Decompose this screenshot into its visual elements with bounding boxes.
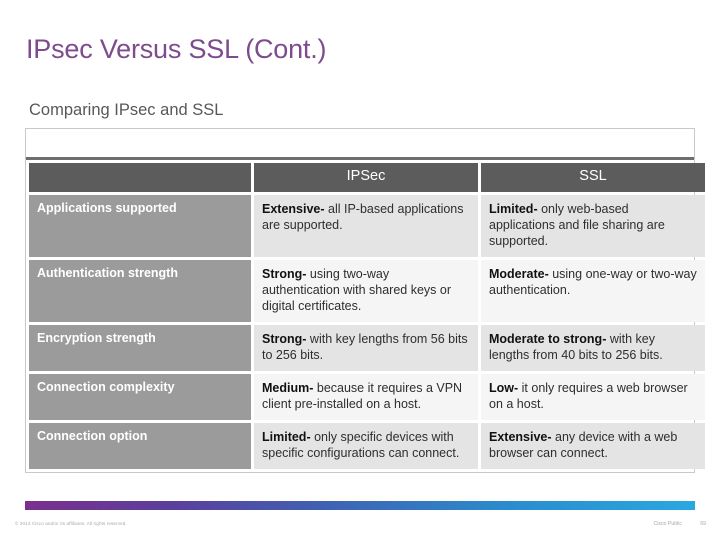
- cell-lead: Strong-: [262, 267, 307, 281]
- footer-page-number: 69: [700, 521, 706, 527]
- cell-ssl-authentication-strength: Moderate- using one-way or two-way authe…: [481, 260, 705, 322]
- cell-lead: Medium-: [262, 381, 314, 395]
- table-row: Authentication strength Strong- using tw…: [29, 260, 705, 322]
- footer-gradient-bar: [25, 501, 695, 510]
- slide-subtitle: Comparing IPsec and SSL: [29, 101, 224, 119]
- table-row: Connection option Limited- only specific…: [29, 423, 705, 469]
- cell-lead: Strong-: [262, 332, 307, 346]
- column-header-blank: [29, 163, 251, 192]
- cell-ssl-connection-complexity: Low- it only requires a web browser on a…: [481, 374, 705, 420]
- cell-ipsec-connection-option: Limited- only specific devices with spec…: [254, 423, 478, 469]
- cell-ipsec-connection-complexity: Medium- because it requires a VPN client…: [254, 374, 478, 420]
- column-header-ssl: SSL: [481, 163, 705, 192]
- cell-ssl-applications-supported: Limited- only web-based applications and…: [481, 195, 705, 257]
- cell-lead: Limited-: [489, 202, 538, 216]
- table-header-row: IPSec SSL: [29, 163, 705, 192]
- row-label-connection-complexity: Connection complexity: [29, 374, 251, 420]
- comparison-table-figure: IPSec SSL Applications supported Extensi…: [25, 128, 705, 473]
- cell-lead: Limited-: [262, 430, 311, 444]
- table-body: Applications supported Extensive- all IP…: [29, 195, 705, 469]
- table-header: IPSec SSL: [29, 163, 705, 192]
- cell-lead: Extensive-: [489, 430, 552, 444]
- table-top-band: [26, 129, 694, 160]
- table-row: Applications supported Extensive- all IP…: [29, 195, 705, 257]
- footer-classification: Cisco Public: [653, 521, 682, 527]
- cell-lead: Moderate-: [489, 267, 549, 281]
- row-label-applications-supported: Applications supported: [29, 195, 251, 257]
- cell-lead: Low-: [489, 381, 519, 395]
- table-row: Encryption strength Strong- with key len…: [29, 325, 705, 371]
- comparison-table: IPSec SSL Applications supported Extensi…: [26, 160, 708, 472]
- row-label-encryption-strength: Encryption strength: [29, 325, 251, 371]
- cell-text: it only requires a web browser on a host…: [489, 381, 688, 411]
- cell-ssl-connection-option: Extensive- any device with a web browser…: [481, 423, 705, 469]
- cell-lead: Extensive-: [262, 202, 325, 216]
- cell-ipsec-encryption-strength: Strong- with key lengths from 56 bits to…: [254, 325, 478, 371]
- table-row: Connection complexity Medium- because it…: [29, 374, 705, 420]
- row-label-connection-option: Connection option: [29, 423, 251, 469]
- page-title: IPsec Versus SSL (Cont.): [26, 34, 327, 64]
- cell-lead: Moderate to strong-: [489, 332, 607, 346]
- cell-ipsec-applications-supported: Extensive- all IP-based applications are…: [254, 195, 478, 257]
- column-header-ipsec: IPSec: [254, 163, 478, 192]
- cell-ipsec-authentication-strength: Strong- using two-way authentication wit…: [254, 260, 478, 322]
- cell-ssl-encryption-strength: Moderate to strong- with key lengths fro…: [481, 325, 705, 371]
- row-label-authentication-strength: Authentication strength: [29, 260, 251, 322]
- footer-copyright: © 2013 Cisco and/or its affiliates. All …: [15, 521, 127, 526]
